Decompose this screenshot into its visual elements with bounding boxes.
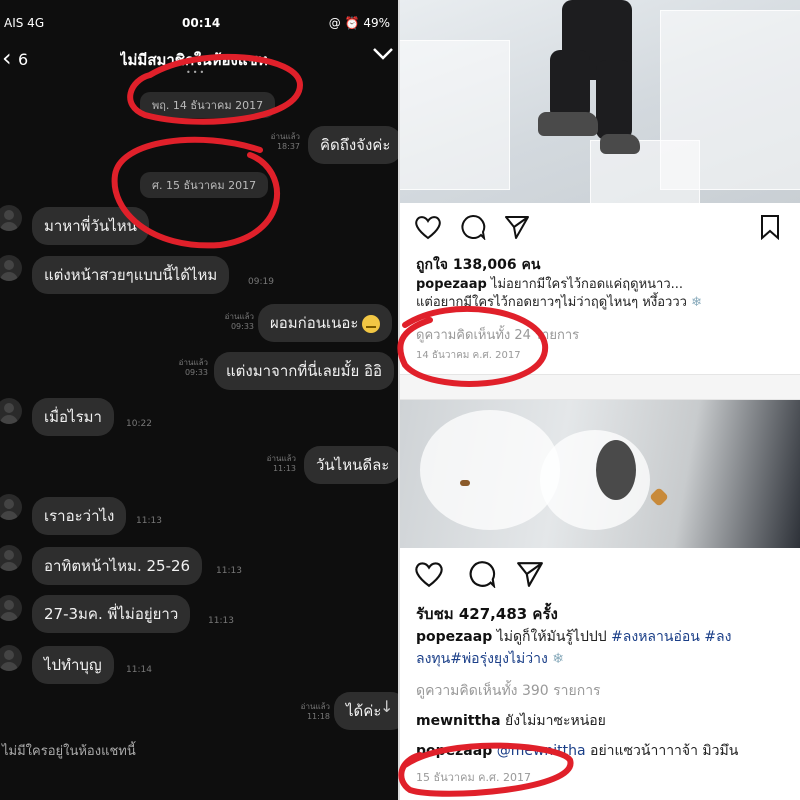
date-separator: พฤ. 14 ธันวาคม 2017	[140, 92, 276, 118]
message-meta: อ่านแล้ว 11:13	[266, 454, 296, 473]
post-caption: popezaap ไม่อยากมีใครไว้กอดแค่ฤดูหนาว...…	[416, 277, 702, 310]
share-icon[interactable]	[516, 560, 544, 588]
message-bubble[interactable]: เราอะว่าไง	[32, 497, 127, 535]
message-bubble[interactable]: ผอมก่อนเนอะ	[258, 304, 393, 342]
battery-status: @ ⏰ 49%	[328, 16, 390, 30]
view-comments-link[interactable]: ดูความคิดเห็นทั้ง 390 รายการ	[416, 680, 601, 702]
hashtag-link[interactable]: ลงทุน#พ่อรุ่งยุงไม่ว่าง	[416, 651, 548, 667]
person-figure	[596, 60, 632, 140]
message-time: 11:13	[208, 616, 234, 626]
chat-title: ไม่มีสมาชิกในห้องแชท	[120, 51, 268, 69]
post-actions	[414, 214, 794, 244]
comment-icon[interactable]	[460, 214, 486, 240]
message-meta: อ่านแล้ว 09:33	[178, 358, 208, 377]
view-comments-link[interactable]: ดูความคิดเห็นทั้ง 24 รายการ	[416, 324, 579, 345]
chat-header: ‹ 6 ไม่มีสมาชิกในห้องแชท •••	[0, 40, 398, 80]
message-bubble[interactable]: วันไหนดีละ	[304, 446, 398, 484]
bookmark-icon[interactable]	[760, 214, 780, 240]
chat-footer: ไม่มีใครอยู่ในห้องแชทนี้	[0, 728, 398, 768]
message-time: 11:13	[136, 516, 162, 526]
person-figure	[550, 50, 590, 120]
hashtag-link[interactable]: #ลง	[704, 629, 731, 645]
heart-icon[interactable]	[414, 560, 444, 588]
back-chevron-icon[interactable]: ‹	[2, 46, 12, 70]
avatar[interactable]	[0, 205, 22, 231]
carrier-label: AIS 4G	[4, 16, 45, 30]
page-indicator: •••	[186, 68, 207, 77]
shoe	[538, 112, 598, 136]
post-caption: popezaap ไม่ดูก็ให้มันรู้ไปปป #ลงหลานอ่อ…	[416, 629, 732, 667]
shoe	[600, 134, 640, 154]
comment: mewnittha ยังไม่มาซะหน่อย	[416, 713, 606, 729]
message-bubble[interactable]: 27-3มค. พี่ไม่อยู่ยาว	[32, 595, 191, 633]
avatar[interactable]	[0, 398, 22, 424]
avatar[interactable]	[0, 255, 22, 281]
message-time: 11:14	[126, 665, 152, 675]
post-actions	[414, 560, 794, 590]
treat	[649, 487, 669, 507]
message-meta: อ่านแล้ว 18:37	[270, 132, 300, 151]
message-bubble[interactable]: อาทิตหน้าไหม. 25-26	[32, 547, 203, 585]
message-time: 11:13	[216, 566, 242, 576]
avatar[interactable]	[0, 645, 22, 671]
message-bubble[interactable]: ไปทำบุญ	[32, 646, 114, 684]
date-separator: ศ. 15 ธันวาคม 2017	[140, 172, 269, 198]
caption-username[interactable]: popezaap	[416, 277, 487, 292]
message-bubble[interactable]: เมื่อไรมา	[32, 398, 114, 436]
chevron-down-icon[interactable]	[372, 46, 394, 65]
comment-username[interactable]: popezaap	[416, 743, 492, 759]
grimace-emoji-icon	[362, 314, 381, 333]
post-date: 15 ธันวาคม ค.ศ. 2017	[416, 771, 532, 784]
avatar[interactable]	[0, 545, 22, 571]
avatar[interactable]	[0, 494, 22, 520]
fur	[420, 410, 560, 530]
hashtag-link[interactable]: #ลงหลานอ่อน	[611, 629, 700, 645]
message-text: ผอมก่อนเนอะ	[270, 314, 359, 332]
post-divider	[400, 374, 800, 400]
message-meta: อ่านแล้ว 11:18	[300, 702, 330, 721]
share-icon[interactable]	[504, 214, 530, 240]
message-bubble[interactable]: มาหาพี่วันไหน	[32, 207, 149, 245]
message-bubble[interactable]: แต่งมาจากที่นี่เลยมั้ย อิอิ	[214, 352, 395, 390]
instagram-screenshot: ถูกใจ 138,006 คน popezaap ไม่อยากมีใครไว…	[398, 0, 800, 800]
status-bar: AIS 4G 00:14 @ ⏰ 49%	[0, 0, 398, 40]
clock: 00:14	[182, 16, 221, 30]
message-time: 10:22	[126, 419, 152, 429]
comment-icon[interactable]	[468, 560, 496, 588]
unread-count[interactable]: 6	[18, 50, 28, 69]
like-count[interactable]: ถูกใจ 138,006 คน	[416, 254, 540, 276]
message-bubble[interactable]: คิดถึงจังค่ะ	[308, 126, 398, 164]
arrow-down-icon[interactable]: ↓	[380, 697, 393, 716]
view-count[interactable]: รับชม 427,483 ครั้ง	[416, 602, 558, 626]
post-photo[interactable]	[400, 0, 800, 203]
post-video[interactable]	[400, 400, 800, 548]
cat-patch	[596, 440, 636, 500]
message-bubble[interactable]: แต่งหน้าสวยๆแบบนี้ได้ไหม	[32, 256, 230, 294]
line-chat-screenshot: AIS 4G 00:14 @ ⏰ 49% ‹ 6 ไม่มีสมาชิกในห้…	[0, 0, 398, 800]
comment: popezaap @mewnittha อย่าแซวน้าาาาจ้า มิว…	[416, 743, 739, 759]
post-date: 14 ธันวาคม ค.ศ. 2017	[416, 350, 521, 361]
mention-link[interactable]: @mewnittha	[497, 743, 586, 759]
empty-room-notice: ไม่มีใครอยู่ในห้องแชทนี้	[2, 744, 136, 759]
message-meta: อ่านแล้ว 09:33	[224, 312, 254, 331]
avatar[interactable]	[0, 595, 22, 621]
caption-username[interactable]: popezaap	[416, 629, 492, 645]
message-time: 09:19	[248, 277, 274, 287]
treat	[460, 480, 470, 486]
comment-username[interactable]: mewnittha	[416, 713, 501, 729]
heart-icon[interactable]	[414, 214, 442, 240]
ice-block	[400, 40, 510, 190]
